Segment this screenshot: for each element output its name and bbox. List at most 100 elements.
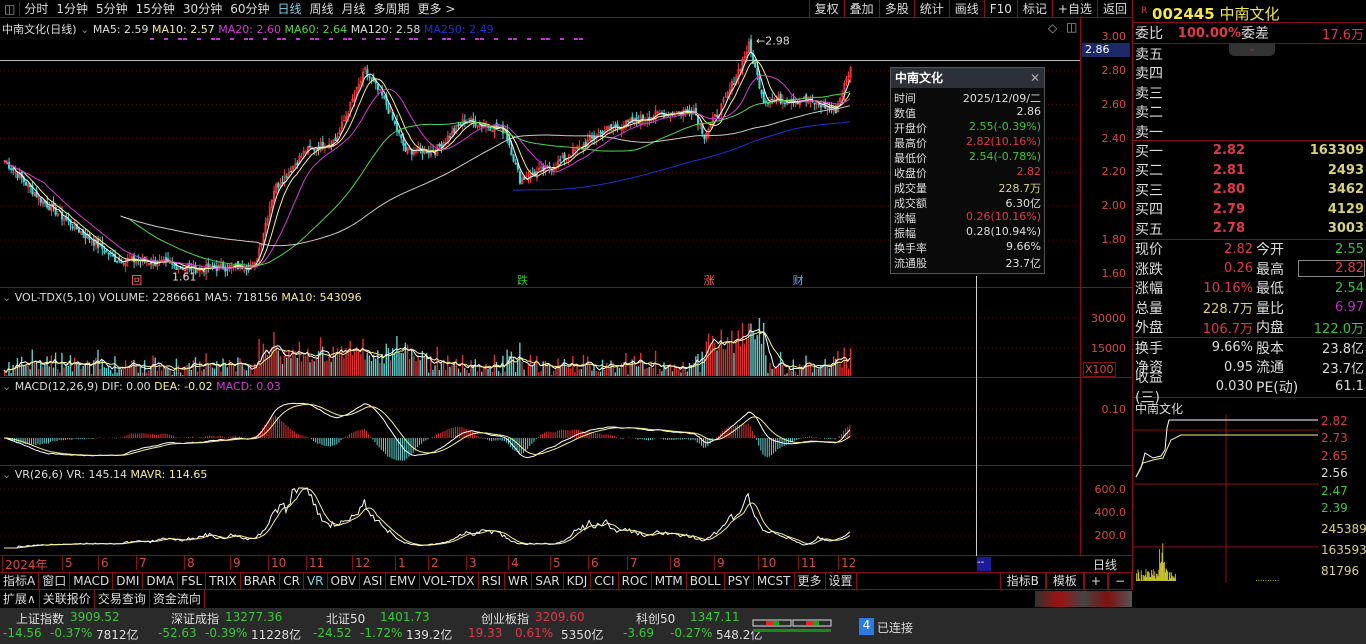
macd-axis-label: 0.10 [1101, 403, 1127, 416]
toolbar-button[interactable]: +自选 [1051, 0, 1097, 18]
indicator-tab[interactable]: BRAR [241, 573, 281, 589]
label: 外盘 [1135, 320, 1163, 337]
tooltip-label: 收盘价 [894, 167, 927, 180]
extension-tab[interactable]: 扩展∧ [0, 590, 40, 608]
label: 涨跌 [1135, 261, 1163, 278]
order-diff: 17.6万 [1322, 27, 1364, 43]
volume-bar [536, 356, 538, 376]
index-name[interactable]: 创业板指 [481, 610, 529, 627]
indicator-tab[interactable]: TRIX [206, 573, 241, 589]
indicator-tab[interactable]: VR [304, 573, 328, 589]
buy-level[interactable]: 买一 2.82 163309 [1133, 141, 1366, 161]
intraday-volume-bar [1167, 570, 1168, 581]
quote-panel: R 002445 中南文化 委比 100.00% 委差 17.6万 ⌄ 卖五 卖四卖… [1132, 0, 1366, 590]
indicator-tab[interactable]: DMI [113, 573, 144, 589]
buy-level[interactable]: 买四 2.79 4129 [1133, 200, 1366, 220]
volume-pane[interactable]: ⌄ VOL-TDX(5,10) VOLUME: 2286661 MA5: 718… [0, 288, 1132, 378]
period-tab[interactable]: 月线 [338, 0, 370, 17]
period-tab[interactable]: 周线 [306, 0, 338, 17]
period-tab[interactable]: 更多 > [414, 0, 460, 17]
signal-dot [315, 38, 319, 40]
indicator-tab[interactable]: CCI [591, 573, 619, 589]
indicator-tab[interactable]: MACD [70, 573, 114, 589]
signal-dot [376, 38, 380, 40]
volume-bar [500, 373, 502, 376]
indicator-tab[interactable]: ASI [360, 573, 387, 589]
period-tab[interactable]: 60分钟 [226, 0, 273, 17]
volume-bar [716, 350, 718, 376]
buy-level[interactable]: 买五 2.78 3003 [1133, 219, 1366, 239]
indicator-tab[interactable]: 窗口 [39, 573, 71, 589]
intraday-mini-chart[interactable]: 中南文化 2.82 2.73 2.65 2.56 2.47 2.39 245389 16359… [1133, 398, 1366, 583]
index-name[interactable]: 科创50 [636, 610, 675, 627]
volume-bar [29, 369, 31, 376]
indicator-tab[interactable]: OBV [328, 573, 361, 589]
toolbar-button[interactable]: 标记 [1016, 0, 1052, 18]
order-ratio: 100.00% [1177, 25, 1241, 41]
indicator-tab[interactable]: BOLL [687, 573, 725, 589]
volume-bar [765, 355, 767, 376]
toolbar-button[interactable]: 多股 [878, 0, 914, 18]
panel-toggle-icon[interactable]: ◫ [0, 1, 21, 16]
period-tab[interactable]: 1分钟 [52, 0, 92, 17]
period-tab[interactable]: 30分钟 [179, 0, 226, 17]
indicator-tab[interactable]: 指标A [0, 573, 40, 589]
indicator-tab[interactable]: KDJ [564, 573, 592, 589]
volume-bar [362, 338, 364, 376]
extension-tab[interactable]: 资金流向 [150, 590, 205, 608]
date-label: 6 [98, 556, 109, 570]
period-tab[interactable]: 5分钟 [92, 0, 132, 17]
indicator-tab[interactable]: MCST [754, 573, 795, 589]
indicator-tab[interactable]: 更多 [795, 573, 826, 589]
extension-tab[interactable]: 交易查询 [95, 590, 150, 608]
period-tab[interactable]: 多周期 [370, 0, 414, 17]
toolbar-button[interactable]: 叠加 [843, 0, 879, 18]
indicator-tab[interactable]: 设置 [826, 573, 857, 589]
volume-bar [517, 359, 519, 376]
collapse-icon[interactable]: ⌄ [1229, 44, 1275, 56]
intraday-volume-bar [1157, 575, 1159, 581]
indicator-tab[interactable]: DMA [143, 573, 179, 589]
toolbar-button[interactable]: 复权 [808, 0, 844, 18]
indicator-tab-right[interactable]: − [1107, 573, 1132, 589]
indicator-tab[interactable]: CR [280, 573, 304, 589]
toolbar-button[interactable]: 画线 [948, 0, 984, 18]
indicator-tab-right[interactable]: 指标B [999, 573, 1046, 589]
period-tab[interactable]: 15分钟 [132, 0, 179, 17]
period-tab[interactable]: 日线 [273, 0, 305, 17]
volume-bar [837, 351, 839, 376]
indicator-tab-right[interactable]: + [1083, 573, 1108, 589]
macd-chart [0, 402, 1080, 461]
indicator-tab[interactable]: EMV [386, 573, 420, 589]
volume-bar [771, 368, 773, 376]
buy-level[interactable]: 买三 2.80 3462 [1133, 180, 1366, 200]
intraday-volume-bar [1139, 578, 1140, 581]
indicator-tab[interactable]: WR [505, 573, 533, 589]
toolbar-button[interactable]: 统计 [913, 0, 949, 18]
indicator-tab[interactable]: RSI [479, 573, 506, 589]
indicator-tab[interactable]: FSL [178, 573, 207, 589]
period-tab[interactable]: 分时 [20, 0, 52, 17]
indicator-tab[interactable]: MTM [652, 573, 687, 589]
close-icon[interactable]: ✕ [1030, 68, 1040, 88]
buy-level[interactable]: 买二 2.81 2493 [1133, 161, 1366, 181]
extension-tab[interactable]: 关联报价 [40, 590, 95, 608]
toolbar-button[interactable]: F10 [983, 0, 1017, 18]
index-name[interactable]: 上证指数 [16, 610, 64, 627]
indicator-tab[interactable]: ROC [619, 573, 652, 589]
vr-pane[interactable]: ⌄ VR(26,6) VR: 145.14 MAVR: 114.65 600.0… [0, 466, 1132, 556]
label: 量比 [1256, 300, 1284, 317]
indicator-tab[interactable]: VOL-TDX [420, 573, 479, 589]
connection-status[interactable]: 已连接 [877, 619, 913, 636]
candle [334, 137, 337, 142]
index-name[interactable]: 北证50 [326, 610, 365, 627]
indicator-tab-right[interactable]: 模板 [1045, 573, 1084, 589]
volume-bar [648, 367, 650, 376]
indicator-tab[interactable]: PSY [725, 573, 754, 589]
index-percent: -0.37% [50, 626, 93, 640]
macd-pane[interactable]: ⌄ MACD(12,26,9) DIF: 0.00 DEA: -0.02 MAC… [0, 378, 1132, 466]
volume-bar [746, 337, 748, 376]
indicator-tab[interactable]: SAR [532, 573, 564, 589]
toolbar-button[interactable]: 返回 [1096, 0, 1132, 18]
index-name[interactable]: 深证成指 [171, 610, 219, 627]
